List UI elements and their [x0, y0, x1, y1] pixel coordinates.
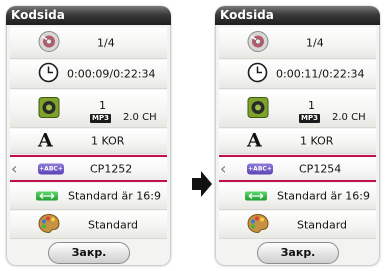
menu-row-audio[interactable]: 1 MP3 2.0 CH [219, 90, 376, 128]
palette-icon [247, 213, 269, 236]
clock-icon [38, 62, 59, 86]
aspect-ratio-icon [36, 191, 58, 201]
codepage-badge: +ABC+ [247, 163, 273, 174]
font-a-icon: A [247, 129, 262, 152]
menu-row-subtitle[interactable]: A 1 KOR [10, 129, 167, 154]
menu-row-color[interactable]: Standard [10, 211, 167, 239]
right-arrow-icon [191, 170, 213, 202]
info-menu-before: Kodsida 1/4 0:00:09/0:22:34 1 MP3 2.0 CH… [6, 6, 171, 266]
menu-row-disc[interactable]: 1/4 [10, 27, 167, 59]
audio-channels: 2.0 CH [332, 112, 366, 123]
menu-row-ratio[interactable]: Standard är 16:9 [219, 183, 376, 210]
audio-track: 1 [99, 99, 106, 112]
menu-row-time[interactable]: 0:00:09/0:22:34 [10, 60, 167, 89]
subtitle-value: 1 KOR [91, 134, 125, 148]
abc-codepage-icon: +ABC+ [247, 163, 273, 174]
time-value: 0:00:11/0:22:34 [276, 67, 365, 81]
menu-title: Kodsida [6, 6, 171, 25]
chevron-left-icon[interactable]: ‹ [220, 160, 226, 177]
ratio-value: Standard är 16:9 [68, 189, 162, 203]
menu-row-subtitle[interactable]: A 1 KOR [219, 129, 376, 154]
menu-row-color[interactable]: Standard [219, 211, 376, 239]
speaker-icon [38, 96, 60, 121]
menu-row-disc[interactable]: 1/4 [219, 27, 376, 59]
audio-track: 1 [308, 99, 315, 112]
menu-row-time[interactable]: 0:00:11/0:22:34 [219, 60, 376, 89]
menu-row-audio[interactable]: 1 MP3 2.0 CH [10, 90, 167, 128]
codepage-value: CP1252 [90, 162, 133, 175]
codepage-badge: +ABC+ [38, 163, 64, 174]
info-menu-after: Kodsida 1/4 0:00:11/0:22:34 1 MP3 2.0 CH… [215, 6, 380, 266]
mp3-badge: MP3 [299, 114, 320, 123]
audio-channels: 2.0 CH [123, 112, 157, 123]
chevron-left-icon[interactable]: ‹ [11, 160, 17, 177]
close-button[interactable]: Закр. [257, 242, 339, 264]
disc-value: 1/4 [306, 36, 324, 49]
disc-icon [247, 30, 269, 55]
subtitle-value: 1 KOR [300, 134, 334, 148]
abc-codepage-icon: +ABC+ [38, 163, 64, 174]
menu-row-ratio[interactable]: Standard är 16:9 [10, 183, 167, 210]
color-value: Standard [297, 218, 348, 231]
menu-row-codepage[interactable]: ‹ +ABC+ CP1254 [219, 155, 376, 182]
menu-row-codepage[interactable]: ‹ +ABC+ CP1252 [10, 155, 167, 182]
menu-title: Kodsida [215, 6, 380, 25]
close-button[interactable]: Закр. [48, 242, 130, 264]
mp3-badge: MP3 [90, 114, 111, 123]
disc-icon [38, 30, 60, 55]
aspect-ratio-icon [245, 191, 267, 201]
ratio-value: Standard är 16:9 [277, 189, 371, 203]
clock-icon [247, 62, 268, 86]
font-a-icon: A [38, 129, 53, 152]
time-value: 0:00:09/0:22:34 [67, 67, 156, 81]
speaker-icon [247, 96, 269, 121]
color-value: Standard [88, 218, 139, 231]
palette-icon [38, 213, 60, 236]
codepage-value: CP1254 [299, 162, 342, 175]
disc-value: 1/4 [97, 36, 115, 49]
